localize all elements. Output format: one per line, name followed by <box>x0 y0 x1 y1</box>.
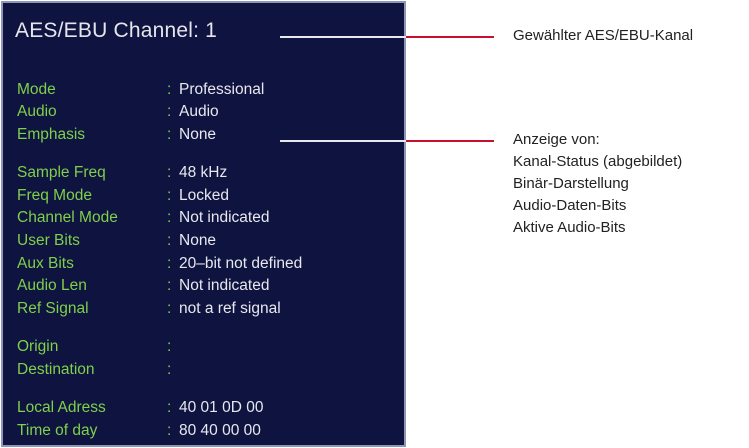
status-separator: : <box>167 103 172 120</box>
status-label: Channel Mode <box>17 209 118 226</box>
panel-title: AES/EBU Channel: 1 <box>15 19 218 42</box>
status-value: None <box>179 232 217 249</box>
display-annotation-item: Aktive Audio-Bits <box>513 219 626 236</box>
status-value: Audio <box>179 103 219 120</box>
display-callout-line <box>406 140 494 142</box>
status-value: 48 kHz <box>179 164 228 181</box>
status-label: User Bits <box>17 232 80 249</box>
status-separator: : <box>167 232 172 249</box>
status-separator: : <box>167 255 172 272</box>
status-value: Not indicated <box>179 209 270 226</box>
channel-callout-line <box>406 36 494 38</box>
status-label: Time of day <box>17 422 98 439</box>
status-separator: : <box>167 422 172 439</box>
status-separator: : <box>167 164 172 181</box>
status-separator: : <box>167 361 172 378</box>
status-value: Locked <box>179 187 229 204</box>
status-separator: : <box>167 399 172 416</box>
status-separator: : <box>167 187 172 204</box>
status-label: Sample Freq <box>17 164 106 181</box>
status-label: Origin <box>17 338 59 355</box>
display-annotation-heading: Anzeige von: <box>513 131 600 148</box>
status-label: Audio <box>17 103 57 120</box>
status-label: Audio Len <box>17 277 87 294</box>
aes-ebu-status-panel: AES/EBU Channel: 1 Mode: Professional Audi… <box>1 1 406 447</box>
status-label: Freq Mode <box>17 187 92 204</box>
status-separator: : <box>167 300 172 317</box>
status-label: Emphasis <box>17 126 86 143</box>
status-value: 20–bit not defined <box>179 255 303 272</box>
display-annotation-item: Binär-Darstellung <box>513 175 629 192</box>
display-annotation-item: Audio-Daten-Bits <box>513 197 627 214</box>
status-value: Professional <box>179 81 265 98</box>
status-separator: : <box>167 209 172 226</box>
status-label: Destination <box>17 361 95 378</box>
status-label: Ref Signal <box>17 300 89 317</box>
status-value: 80 40 00 00 <box>179 422 261 439</box>
status-value: None <box>179 126 217 143</box>
status-label: Local Adress <box>17 399 106 416</box>
status-separator: : <box>167 338 172 355</box>
channel-callout-line-inner <box>280 36 406 38</box>
channel-annotation: Gewählter AES/EBU-Kanal <box>513 27 694 44</box>
display-callout-line-inner <box>280 140 406 142</box>
display-annotation-item: Kanal-Status (abgebildet) <box>513 153 683 170</box>
status-value: 40 01 0D 00 <box>179 399 264 416</box>
status-label: Mode <box>17 81 56 98</box>
status-value: Not indicated <box>179 277 270 294</box>
status-separator: : <box>167 81 172 98</box>
status-label: Aux Bits <box>17 255 74 272</box>
status-separator: : <box>167 277 172 294</box>
status-separator: : <box>167 126 172 143</box>
status-value: not a ref signal <box>179 300 281 317</box>
display-annotation: Anzeige von: Kanal-Status (abgebildet) B… <box>513 129 682 239</box>
